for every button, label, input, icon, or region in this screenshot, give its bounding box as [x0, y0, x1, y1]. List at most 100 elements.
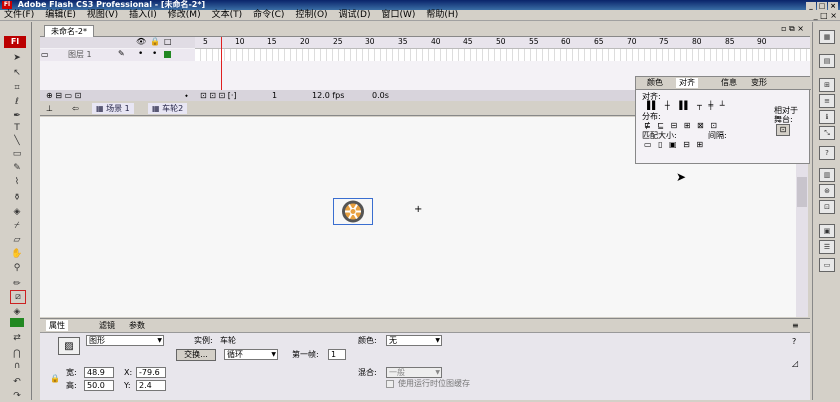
- paint-bucket-tool-icon[interactable]: ◈: [10, 206, 24, 218]
- smooth-icon[interactable]: ↶: [10, 376, 24, 388]
- breadcrumb-symbol[interactable]: ▦ 车轮2: [148, 103, 188, 114]
- menu-help[interactable]: 帮助(H): [426, 10, 458, 20]
- behaviors-icon[interactable]: ⊛: [819, 184, 835, 198]
- zoom-tool-icon[interactable]: ⚲: [10, 262, 24, 274]
- symbol-type-select[interactable]: 图形: [86, 335, 164, 346]
- menu-file[interactable]: 文件(F): [4, 10, 34, 20]
- movie-explorer-icon[interactable]: ☰: [819, 240, 835, 254]
- layer-outline-color[interactable]: [164, 51, 171, 58]
- color-effect-select[interactable]: 无: [386, 335, 442, 346]
- menu-window[interactable]: 窗口(W): [382, 10, 416, 20]
- snap-to-objects-icon[interactable]: ⋂: [10, 348, 24, 360]
- frame-ruler[interactable]: 5 10 15 20 25 30 35 40 45 50 55 60 65 70…: [195, 37, 810, 49]
- subselection-tool-icon[interactable]: ↖: [10, 67, 24, 79]
- layer-name[interactable]: 图层 1: [68, 49, 92, 61]
- transform-panel-icon[interactable]: ⤡: [819, 126, 835, 140]
- timeline-toggle-icon[interactable]: ⊥: [46, 101, 53, 116]
- menu-insert[interactable]: 插入(I): [129, 10, 157, 20]
- eyedropper-tool-icon[interactable]: ⌿: [10, 220, 24, 232]
- component-inspector-icon[interactable]: ▣: [819, 224, 835, 238]
- cache-checkbox[interactable]: [386, 380, 394, 388]
- help-icon[interactable]: ?: [819, 146, 835, 160]
- add-layer-icon[interactable]: ⊕ ⊟ ▭ ⊡: [46, 90, 81, 101]
- layer-lock-dot[interactable]: •: [152, 49, 157, 59]
- maximize-button[interactable]: □: [817, 2, 827, 10]
- brush-tool-icon[interactable]: ⌇: [10, 176, 24, 188]
- library-icon[interactable]: ⊞: [819, 78, 835, 92]
- actions-icon[interactable]: ▥: [819, 168, 835, 182]
- menu-view[interactable]: 视图(V): [87, 10, 118, 20]
- line-tool-icon[interactable]: ╲: [10, 135, 24, 147]
- free-transform-tool-icon[interactable]: ⌗: [10, 82, 24, 94]
- wheel-symbol-instance[interactable]: [333, 198, 373, 225]
- constrain-lock-icon[interactable]: 🔒: [50, 374, 60, 383]
- lasso-tool-icon[interactable]: ℓ: [10, 96, 24, 108]
- text-tool-icon[interactable]: T: [10, 122, 24, 134]
- first-frame-input[interactable]: 1: [328, 349, 346, 360]
- document-tab-controls[interactable]: ▫ ⧉ ×: [781, 24, 804, 34]
- to-stage-button[interactable]: ⊡: [776, 124, 790, 136]
- menu-modify[interactable]: 修改(M): [168, 10, 201, 20]
- fill-bucket-icon[interactable]: ◈: [10, 306, 24, 318]
- swatches-icon[interactable]: ▤: [819, 54, 835, 68]
- eraser-tool-icon[interactable]: ▱: [10, 234, 24, 246]
- tab-align[interactable]: 对齐: [676, 78, 698, 88]
- align-buttons[interactable]: ▐▌ ┼ ▐▌ ┬ ╪ ┴: [644, 101, 727, 110]
- stroke-color-swatch[interactable]: ⧄: [10, 290, 26, 304]
- y-input[interactable]: 2.4: [136, 380, 166, 391]
- tab-color[interactable]: 颜色: [644, 78, 666, 88]
- breadcrumb-scene[interactable]: ▦ 场景 1: [92, 103, 134, 114]
- back-arrow-icon[interactable]: ⇦: [72, 101, 79, 116]
- minimize-button[interactable]: _: [806, 2, 816, 10]
- pencil-tool-icon[interactable]: ✎: [10, 162, 24, 174]
- help-circle-icon[interactable]: ?: [792, 337, 796, 346]
- menu-text[interactable]: 文本(T): [212, 10, 243, 20]
- panel-menu-icon[interactable]: ≡: [792, 321, 799, 330]
- loop-select[interactable]: 循环: [224, 349, 278, 360]
- info-panel-icon[interactable]: ℹ: [819, 110, 835, 124]
- layer-row[interactable]: ▭ 图层 1 ✎ • •: [40, 49, 810, 61]
- ink-bottle-tool-icon[interactable]: ⚱: [10, 192, 24, 204]
- match-size-buttons[interactable]: ▭ ▯ ▣ ⊟ ⊞: [644, 140, 705, 149]
- swap-button[interactable]: 交换...: [176, 349, 216, 361]
- align-panel-icon[interactable]: ≡: [819, 94, 835, 108]
- menu-commands[interactable]: 命令(C): [253, 10, 284, 20]
- width-input[interactable]: 48.9: [84, 367, 114, 378]
- x-input[interactable]: -79.6: [136, 367, 166, 378]
- onion-skin-icons[interactable]: ⊡ ⊡ ⊡ [·]: [200, 90, 237, 101]
- menu-edit[interactable]: 编辑(E): [45, 10, 76, 20]
- tab-parameters[interactable]: 参数: [126, 320, 148, 331]
- color-panel-icon[interactable]: ▦: [819, 30, 835, 44]
- outline-icon[interactable]: □: [164, 37, 172, 46]
- menu-control[interactable]: 控制(O): [295, 10, 327, 20]
- magnet-icon[interactable]: ∩: [10, 360, 24, 372]
- tab-properties[interactable]: 属性: [46, 320, 68, 331]
- height-input[interactable]: 50.0: [84, 380, 114, 391]
- tab-transform[interactable]: 变形: [748, 78, 770, 88]
- selection-tool-icon[interactable]: ➤: [10, 52, 24, 64]
- hand-tool-icon[interactable]: ✋: [10, 248, 24, 260]
- components-icon[interactable]: ⊡: [819, 200, 835, 214]
- lock-icon[interactable]: 🔒: [150, 37, 160, 46]
- close-button[interactable]: ×: [828, 2, 838, 10]
- distribute-buttons[interactable]: ⋢ ⊑ ⊟ ⊞ ⊠ ⊡: [644, 121, 719, 130]
- straighten-icon[interactable]: ↷: [10, 390, 24, 402]
- output-icon[interactable]: ▭: [819, 258, 835, 272]
- menu-debug[interactable]: 调试(D): [339, 10, 371, 20]
- frame-cells[interactable]: [195, 49, 810, 61]
- pen-tool-icon[interactable]: ✒: [10, 110, 24, 122]
- fill-color-swatch[interactable]: [10, 318, 24, 327]
- document-window-controls[interactable]: _ □ ×: [814, 10, 837, 21]
- timeline-center-icon[interactable]: ⬩: [185, 90, 188, 101]
- scroll-thumb[interactable]: [797, 177, 807, 207]
- rectangle-tool-icon[interactable]: ▭: [10, 148, 24, 160]
- swap-colors-icon[interactable]: ⇄: [10, 332, 24, 344]
- expand-icon[interactable]: ◿: [792, 359, 798, 368]
- stroke-color-icon[interactable]: ✏: [10, 278, 24, 290]
- layer-visibility-dot[interactable]: •: [138, 49, 143, 59]
- playhead[interactable]: [221, 37, 222, 91]
- eye-icon[interactable]: 👁: [136, 37, 146, 46]
- tab-filters[interactable]: 滤镜: [96, 320, 118, 331]
- blend-select[interactable]: 一般: [386, 367, 442, 378]
- tab-info[interactable]: 信息: [718, 78, 740, 88]
